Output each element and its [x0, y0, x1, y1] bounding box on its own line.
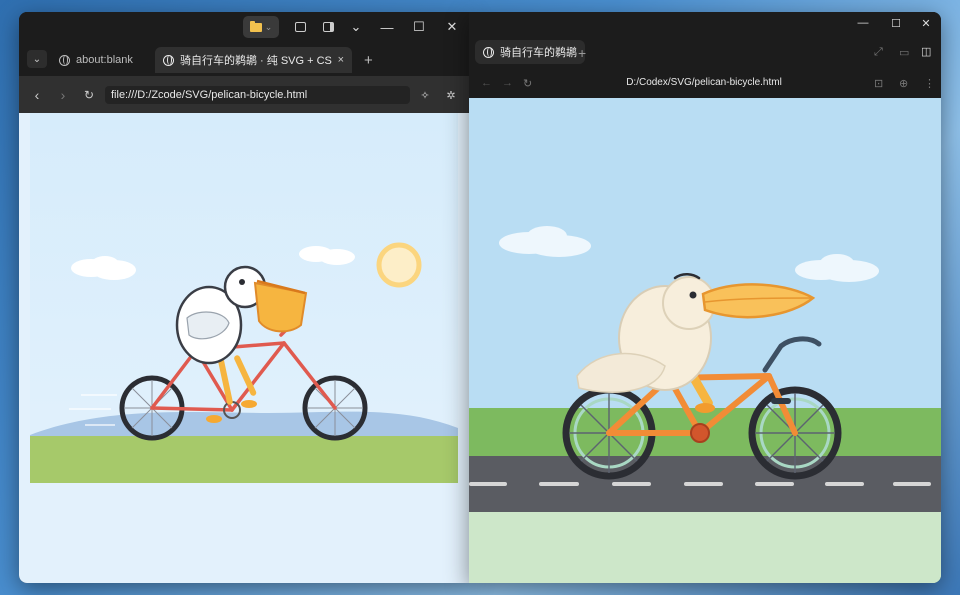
bug-icon[interactable]: ✲	[441, 85, 461, 105]
reload-icon[interactable]: ↻	[79, 85, 99, 105]
tab-label: 骑自行车的鹈鹕 · 纯 SVG + CSS 动画	[180, 55, 332, 67]
maximize-button[interactable]: ☐	[402, 12, 436, 42]
back-icon[interactable]: ←	[481, 77, 492, 89]
cursor-sparkle-icon[interactable]: ✧	[415, 85, 435, 105]
split-view-icon[interactable]: ◫	[921, 45, 931, 58]
tab-list-button[interactable]: ⌄	[27, 50, 47, 68]
browser-window-left: ⌄ ⌄ — ☐ ✕ ⌄ about:blank 骑自行车的鹈鹕 · 纯 SVG …	[19, 12, 470, 583]
tab-label: about:blank	[76, 54, 133, 66]
globe-icon	[163, 54, 174, 66]
chevron-down-icon: ⌄	[264, 21, 273, 32]
back-icon[interactable]: ‹	[27, 85, 47, 105]
more-menu-icon[interactable]: ⋮	[924, 77, 935, 90]
screenshot-icon[interactable]: ⊡	[874, 77, 883, 90]
globe-icon	[483, 46, 494, 58]
sun	[376, 242, 422, 288]
address-bar[interactable]: D:/Codex/SVG/pelican-bicycle.html	[619, 77, 789, 88]
tab-strip: ⌄ about:blank 骑自行车的鹈鹕 · 纯 SVG + CSS 动画 ×…	[19, 42, 470, 76]
nav-toolbar: ← → ↻ D:/Codex/SVG/pelican-bicycle.html …	[469, 70, 941, 98]
tab-pelican-bicycle[interactable]: 骑自行车的鹈鹕	[475, 40, 585, 64]
close-window-button[interactable]: ✕	[435, 12, 469, 42]
browser-window-right: — ☐ ✕ 骑自行车的鹈鹕 + ⤢ ▭ ◫ ← → ↻ D:/Codex/SVG…	[469, 12, 941, 583]
close-tab-icon[interactable]: ×	[338, 54, 344, 66]
sidebar-icon	[322, 22, 334, 32]
screen-icon[interactable]: ▭	[899, 46, 909, 59]
add-icon[interactable]: ⊕	[899, 77, 908, 90]
page-viewport-left	[19, 113, 470, 583]
window-dropdown-button[interactable]: ⌄	[339, 12, 373, 42]
taskbar-app-group[interactable]: ⌄	[243, 16, 279, 38]
tab-label: 骑自行车的鹈鹕	[500, 47, 577, 59]
forward-icon[interactable]: ›	[53, 85, 73, 105]
title-bar: ⌄ ⌄ — ☐ ✕	[19, 12, 470, 42]
expand-icon[interactable]: ⤢	[874, 46, 883, 59]
tab-strip: 骑自行车的鹈鹕 + ⤢ ▭ ◫	[469, 34, 941, 70]
forward-icon[interactable]: →	[502, 77, 513, 89]
new-tab-button[interactable]: +	[356, 47, 381, 73]
address-bar[interactable]: file:///D:/Zcode/SVG/pelican-bicycle.htm…	[105, 86, 410, 104]
grass	[30, 436, 458, 483]
folder-icon	[249, 20, 262, 32]
title-bar: — ☐ ✕	[469, 12, 941, 34]
ground	[469, 512, 941, 583]
reload-icon[interactable]: ↻	[523, 77, 532, 90]
globe-icon	[59, 54, 70, 66]
tab-pelican-bicycle[interactable]: 骑自行车的鹈鹕 · 纯 SVG + CSS 动画 ×	[155, 47, 352, 73]
page-viewport-right	[469, 98, 941, 583]
new-tab-button[interactable]: +	[570, 40, 594, 66]
maximize-button[interactable]: ☐	[879, 12, 913, 34]
chevron-double-down-icon: ⌄	[32, 53, 42, 65]
minimize-button[interactable]: —	[370, 12, 404, 42]
terminal-icon	[294, 22, 306, 32]
nav-toolbar: ‹ › ↻ file:///D:/Zcode/SVG/pelican-bicyc…	[19, 76, 470, 113]
close-window-button[interactable]: ✕	[912, 12, 940, 34]
minimize-button[interactable]: —	[846, 12, 880, 34]
pelican-bicycle-scene-right	[469, 98, 941, 583]
pelican-bicycle-scene-left	[30, 113, 458, 483]
chainring	[690, 423, 710, 443]
tab-about-blank[interactable]: about:blank	[51, 47, 151, 73]
